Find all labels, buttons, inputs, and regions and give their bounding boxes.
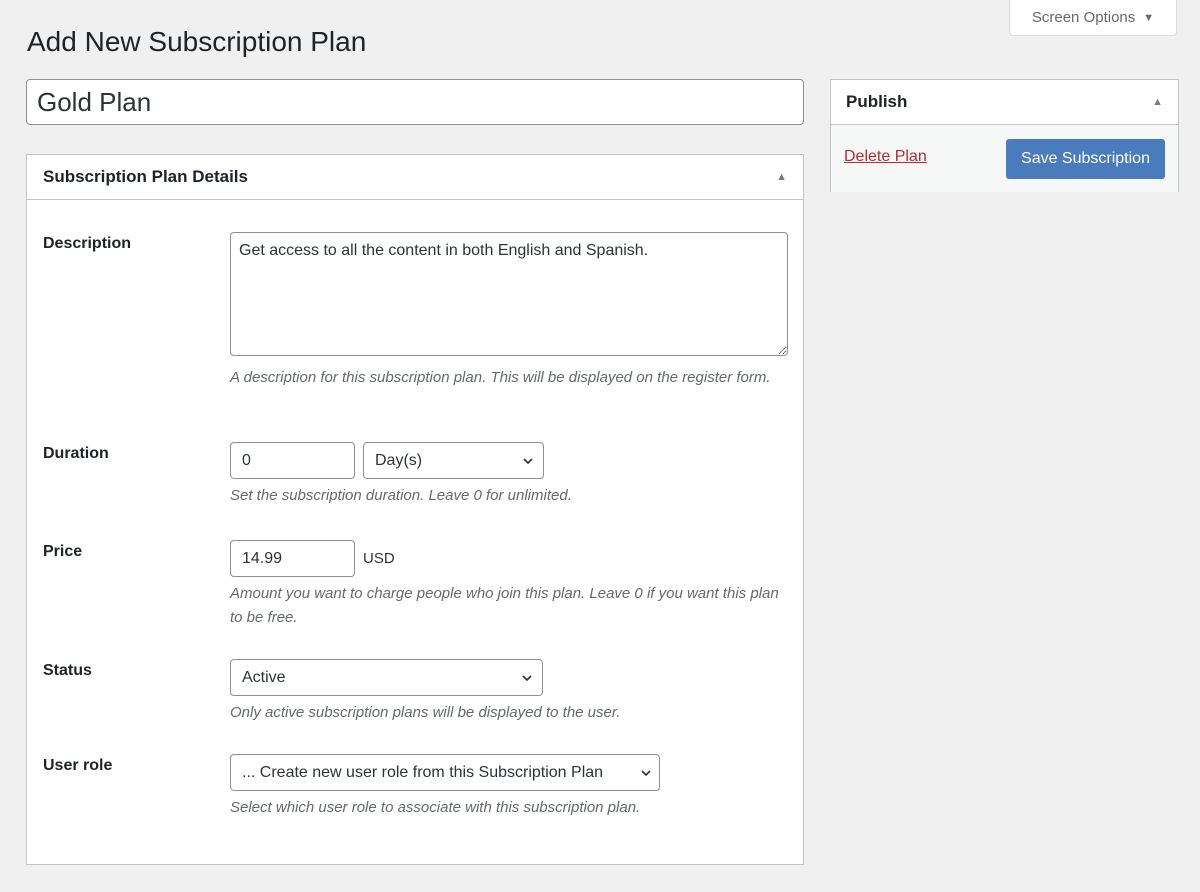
duration-unit-select[interactable]: Day(s) [363, 442, 544, 479]
collapse-toggle-icon[interactable]: ▲ [776, 171, 787, 183]
page-title: Add New Subscription Plan [27, 26, 367, 57]
collapse-toggle-icon[interactable]: ▲ [1152, 96, 1163, 108]
user-role-value: ... Create new user role from this Subsc… [242, 763, 604, 781]
screen-options-label: Screen Options [1031, 9, 1136, 26]
chevron-down-icon [641, 769, 651, 776]
duration-unit-value: Day(s) [375, 451, 423, 469]
status-value: Active [242, 668, 286, 686]
publish-actions: Delete Plan Save Subscription [831, 125, 1178, 192]
subscription-plan-details-box: Subscription Plan Details ▲ Description … [26, 154, 804, 865]
description-textarea[interactable]: Get access to all the content in both En… [230, 232, 788, 356]
details-box-title: Subscription Plan Details [43, 167, 248, 186]
duration-input[interactable] [230, 442, 355, 479]
duration-help: Set the subscription duration. Leave 0 f… [230, 487, 572, 504]
status-help: Only active subscription plans will be d… [230, 704, 621, 721]
delete-plan-link[interactable]: Delete Plan [844, 148, 927, 166]
details-box-header: Subscription Plan Details ▲ [27, 155, 803, 200]
currency-label: USD [363, 550, 395, 567]
user-role-help: Select which user role to associate with… [230, 799, 641, 816]
caret-down-icon: ▼ [1143, 11, 1155, 24]
description-label: Description [43, 235, 132, 252]
duration-label: Duration [43, 445, 109, 462]
user-role-label: User role [43, 757, 113, 774]
status-label: Status [43, 662, 92, 679]
plan-name-input[interactable] [26, 79, 804, 125]
user-role-select[interactable]: ... Create new user role from this Subsc… [230, 754, 660, 791]
publish-box-header: Publish ▲ [831, 80, 1178, 125]
price-help: Amount you want to charge people who joi… [230, 585, 779, 626]
description-help: A description for this subscription plan… [230, 369, 771, 386]
status-select[interactable]: Active [230, 659, 543, 696]
publish-box: Publish ▲ Delete Plan Save Subscription [830, 79, 1179, 192]
screen-options-button[interactable]: Screen Options ▼ [1009, 0, 1177, 36]
chevron-down-icon [522, 674, 532, 681]
price-input[interactable] [230, 540, 355, 577]
price-label: Price [43, 543, 83, 560]
publish-box-title: Publish [846, 92, 908, 111]
save-subscription-button[interactable]: Save Subscription [1006, 138, 1165, 179]
chevron-down-icon [523, 457, 533, 464]
